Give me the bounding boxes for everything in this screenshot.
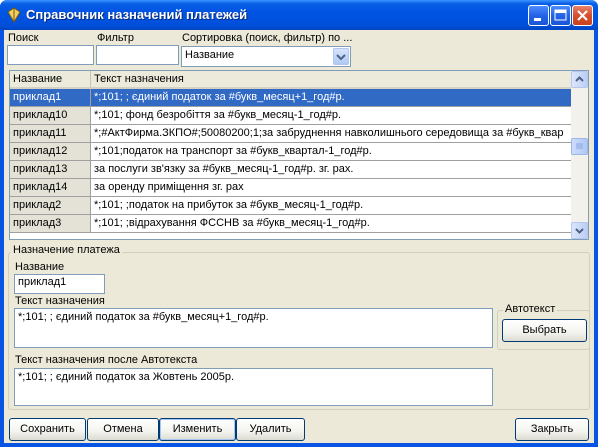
dropdown-button[interactable]: [333, 48, 349, 65]
purpose-grid[interactable]: Название Текст назначения приклад1 *;101…: [9, 70, 589, 240]
close-icon: [577, 10, 588, 21]
row-name-cell: приклад2: [10, 197, 91, 215]
row-text-cell: за послуги зв'язку за #букв_месяц-1_год#…: [91, 161, 572, 179]
window-title: Справочник назначений платежей: [26, 7, 248, 22]
save-button[interactable]: Сохранить: [9, 418, 86, 441]
row-text-cell: *;101; ;відрахування ФССНВ за #букв_меся…: [91, 215, 572, 233]
name-field[interactable]: приклад1: [14, 274, 105, 294]
table-row[interactable]: приклад3 *;101; ;відрахування ФССНВ за #…: [10, 215, 572, 233]
edit-button[interactable]: Изменить: [159, 418, 236, 441]
filter-input[interactable]: [96, 45, 179, 65]
scroll-up-button[interactable]: [571, 71, 588, 88]
table-row[interactable]: приклад13 за послуги зв'язку за #букв_ме…: [10, 161, 572, 179]
app-window: Справочник назначений платежей Поиск Фил…: [0, 0, 598, 447]
row-name-cell: приклад13: [10, 161, 91, 179]
row-text-cell: *;101; ;податок на прибуток за #букв_мес…: [91, 197, 572, 215]
row-name-cell: приклад10: [10, 107, 91, 125]
row-name-cell: приклад1: [10, 89, 91, 107]
chevron-up-icon: [575, 76, 584, 82]
app-icon: [7, 7, 21, 23]
sort-select[interactable]: Название: [181, 46, 351, 67]
vertical-scrollbar[interactable]: [571, 71, 588, 239]
after-autotext-label: Текст назначения после Автотекста: [15, 354, 198, 366]
maximize-button[interactable]: [550, 5, 571, 26]
chevron-down-icon: [336, 54, 346, 61]
name-label: Название: [15, 261, 65, 273]
autotext-group-title: Автотекст: [503, 303, 558, 315]
row-text-cell: *;101;податок на транспорт за #букв_квар…: [91, 143, 572, 161]
search-input[interactable]: [7, 45, 94, 65]
table-row[interactable]: приклад12 *;101;податок на транспорт за …: [10, 143, 572, 161]
column-header-text[interactable]: Текст назначения: [91, 71, 572, 89]
chevron-down-icon: [575, 228, 584, 234]
row-text-cell: за оренду приміщення зг. рах: [91, 179, 572, 197]
row-text-cell: *;#АктФирма.ЗКПО#;50080200;1;за забрудне…: [91, 125, 572, 143]
table-row[interactable]: приклад11 *;#АктФирма.ЗКПО#;50080200;1;з…: [10, 125, 572, 143]
title-bar[interactable]: Справочник назначений платежей: [0, 0, 598, 30]
minimize-button[interactable]: [528, 5, 549, 26]
row-name-cell: приклад12: [10, 143, 91, 161]
cancel-button[interactable]: Отмена: [87, 418, 159, 441]
minimize-icon: [534, 18, 541, 21]
filter-label: Фильтр: [97, 32, 134, 44]
table-row[interactable]: приклад14 за оренду приміщення зг. рах: [10, 179, 572, 197]
scroll-down-button[interactable]: [571, 222, 588, 239]
search-label: Поиск: [8, 32, 39, 44]
table-row[interactable]: приклад10 *;101; фонд безробіття за #бук…: [10, 107, 572, 125]
scroll-thumb[interactable]: [571, 138, 588, 155]
choose-autotext-button[interactable]: Выбрать: [502, 319, 587, 342]
row-name-cell: приклад11: [10, 125, 91, 143]
maximize-icon: [554, 9, 567, 21]
sort-selected-value: Название: [185, 49, 235, 61]
row-name-cell: приклад14: [10, 179, 91, 197]
table-row[interactable]: приклад1 *;101; ; єдиний податок за #бук…: [10, 89, 572, 107]
row-name-cell: приклад3: [10, 215, 91, 233]
table-row[interactable]: приклад2 *;101; ;податок на прибуток за …: [10, 197, 572, 215]
sort-label: Сортировка (поиск, фильтр) по ...: [182, 32, 353, 44]
grip-icon: [576, 143, 583, 149]
close-button[interactable]: Закрыть: [515, 418, 589, 441]
purpose-group-title: Назначение платежа: [11, 244, 122, 256]
close-window-button[interactable]: [572, 5, 593, 26]
delete-button[interactable]: Удалить: [236, 418, 305, 441]
grid-header: Название Текст назначения: [10, 71, 572, 89]
client-area: Поиск Фильтр Сортировка (поиск, фильтр) …: [4, 30, 594, 443]
purpose-text-field[interactable]: *;101; ; єдиний податок за #букв_месяц+1…: [14, 308, 493, 348]
after-autotext-field[interactable]: *;101; ; єдиний податок за Жовтень 2005р…: [14, 368, 493, 406]
row-text-cell: *;101; ; єдиний податок за #букв_месяц+1…: [91, 89, 572, 107]
column-header-name[interactable]: Название: [10, 71, 91, 89]
purpose-text-label: Текст назначения: [15, 295, 105, 307]
row-text-cell: *;101; фонд безробіття за #букв_месяц-1_…: [91, 107, 572, 125]
